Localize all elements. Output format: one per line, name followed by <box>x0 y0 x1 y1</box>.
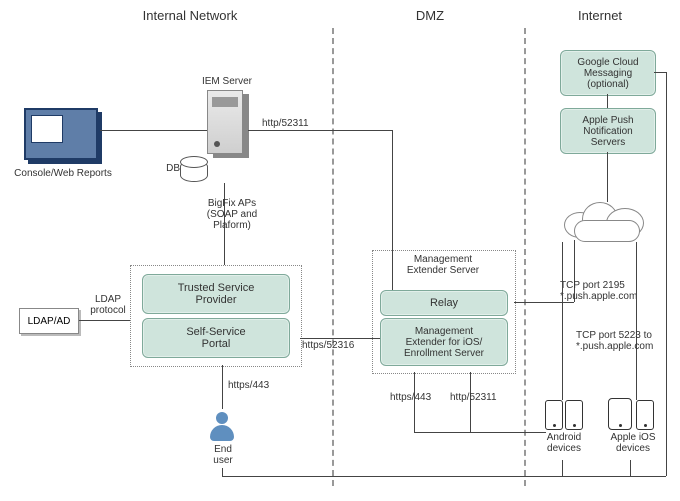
console-icon <box>24 108 98 160</box>
relay-box: Relay <box>380 290 508 316</box>
edge-bigfix-api-label: BigFix APs (SOAP and Plaform) <box>192 198 272 231</box>
db-label: DB <box>158 163 180 174</box>
edge-ssp-user <box>222 365 223 409</box>
edge-meios-cloud-h <box>514 302 574 303</box>
ios-devices-label: Apple iOS devices <box>604 432 662 454</box>
edge-apns-2195-label: TCP port 2195 *.push.apple.com <box>560 280 670 302</box>
apns-box: Apple Push Notification Servers <box>560 108 656 154</box>
edge-mes-android-443-label: https/443 <box>390 392 431 403</box>
zone-internal-label: Internal Network <box>120 8 260 23</box>
gcm-box: Google Cloud Messaging (optional) <box>560 50 656 96</box>
edge-ldap <box>79 320 130 321</box>
end-user-label: End user <box>206 444 240 466</box>
edge-ssp-me-label: https/52316 <box>302 340 354 351</box>
android-devices-label: Android devices <box>538 432 590 454</box>
me-ios-box: Management Extender for iOS/ Enrollment … <box>380 318 508 366</box>
edge-gcm-apns-gap <box>607 94 608 108</box>
zone-internet-label: Internet <box>560 8 640 23</box>
ios-phone-icon <box>636 400 654 430</box>
edge-cloud-ios <box>636 242 637 400</box>
divider-dmz-internet <box>524 28 526 486</box>
android-device-2-icon <box>565 400 583 430</box>
mes-group-label: Management Extender Server <box>396 254 490 276</box>
edge-console-iem <box>100 130 207 131</box>
server-icon <box>207 90 243 154</box>
edge-ssp-user-label: https/443 <box>228 380 269 391</box>
cloud-icon <box>564 198 650 242</box>
edge-gcm-right-top <box>654 72 666 73</box>
edge-rail-android-up <box>562 460 563 476</box>
edge-user-down <box>222 468 223 476</box>
ios-tablet-icon <box>608 398 632 430</box>
zone-dmz-label: DMZ <box>400 8 460 23</box>
db-icon <box>180 160 208 182</box>
edge-apns-5223-label: TCP port 5223 to *.push.apple.com <box>576 330 676 352</box>
edge-bottom-rail <box>222 476 666 477</box>
edge-apns-cloud <box>607 152 608 202</box>
edge-mes-android-52311-label: http/52311 <box>450 392 497 403</box>
console-label: Console/Web Reports <box>8 168 118 179</box>
android-device-1-icon <box>545 400 563 430</box>
diagram-canvas: Internal Network DMZ Internet Console/We… <box>0 0 680 501</box>
edge-iem-relay-label: http/52311 <box>262 118 309 129</box>
trusted-service-provider-box: Trusted Service Provider <box>142 274 290 314</box>
edge-gcm-right <box>666 72 667 476</box>
ldap-ad-box: LDAP/AD <box>19 308 79 334</box>
console-stand <box>46 160 74 164</box>
edge-mes-android-join <box>414 432 546 433</box>
iem-server-label: IEM Server <box>188 76 266 87</box>
edge-iem-relay-h <box>248 130 392 131</box>
edge-ldap-label: LDAP protocol <box>86 294 130 316</box>
ldap-ad-label: LDAP/AD <box>28 316 71 327</box>
edge-cloud-android <box>562 242 563 400</box>
divider-internal-dmz <box>332 28 334 486</box>
end-user-icon <box>208 412 236 442</box>
self-service-portal-box: Self-Service Portal <box>142 318 290 358</box>
edge-rail-ios-up <box>630 460 631 476</box>
